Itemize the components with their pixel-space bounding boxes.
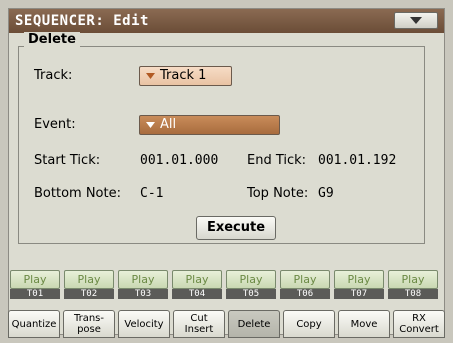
track-play-button-3[interactable]: Play <box>118 270 168 289</box>
execute-button[interactable]: Execute <box>196 216 276 240</box>
top-note-value[interactable]: G9 <box>318 186 334 201</box>
tab-move[interactable]: Move <box>338 310 390 338</box>
page-menu-button[interactable] <box>394 12 438 29</box>
track-label-6: T06 <box>280 289 330 299</box>
event-value: All <box>160 117 177 132</box>
tab-quantize[interactable]: Quantize <box>8 310 60 338</box>
track-label-2: T02 <box>64 289 114 299</box>
bottom-note-value[interactable]: C-1 <box>140 186 163 201</box>
track-label: Track: <box>34 68 73 83</box>
tab-cut-insert[interactable]: Cut Insert <box>173 310 225 338</box>
track-play-button-2[interactable]: Play <box>64 270 114 289</box>
end-tick-value[interactable]: 001.01.192 <box>318 153 396 168</box>
track-label-3: T03 <box>118 289 168 299</box>
track-play-button-1[interactable]: Play <box>10 270 60 289</box>
track-label-7: T07 <box>334 289 384 299</box>
tab-rx-convert[interactable]: RX Convert <box>393 310 445 338</box>
track-value: Track 1 <box>160 68 207 83</box>
title-bar: SEQUENCER: Edit <box>9 9 444 33</box>
section-title: Delete <box>24 32 80 47</box>
track-play-button-5[interactable]: Play <box>226 270 276 289</box>
track-play-bar: Play T01 Play T02 Play T03 Play T04 Play… <box>8 270 445 299</box>
tab-transpose[interactable]: Trans- pose <box>63 310 115 338</box>
triangle-down-icon <box>146 122 155 128</box>
track-play-button-7[interactable]: Play <box>334 270 384 289</box>
tab-copy[interactable]: Copy <box>283 310 335 338</box>
edit-tab-bar: Quantize Trans- pose Velocity Cut Insert… <box>8 310 445 338</box>
track-play-button-8[interactable]: Play <box>388 270 438 289</box>
track-play-button-4[interactable]: Play <box>172 270 222 289</box>
start-tick-label: Start Tick: <box>34 153 101 168</box>
bottom-note-label: Bottom Note: <box>34 186 121 201</box>
end-tick-label: End Tick: <box>247 153 307 168</box>
event-label: Event: <box>34 117 76 132</box>
track-label-1: T01 <box>10 289 60 299</box>
track-play-button-6[interactable]: Play <box>280 270 330 289</box>
triangle-down-icon <box>146 73 155 79</box>
top-note-label: Top Note: <box>247 186 309 201</box>
tab-velocity[interactable]: Velocity <box>118 310 170 338</box>
start-tick-value[interactable]: 001.01.000 <box>140 153 218 168</box>
track-selector[interactable]: Track 1 <box>139 66 232 86</box>
page-title: SEQUENCER: Edit <box>15 13 149 29</box>
triangle-down-icon <box>410 17 422 24</box>
track-label-4: T04 <box>172 289 222 299</box>
track-label-5: T05 <box>226 289 276 299</box>
event-selector[interactable]: All <box>139 115 280 135</box>
track-label-8: T08 <box>388 289 438 299</box>
tab-delete[interactable]: Delete <box>228 310 280 338</box>
